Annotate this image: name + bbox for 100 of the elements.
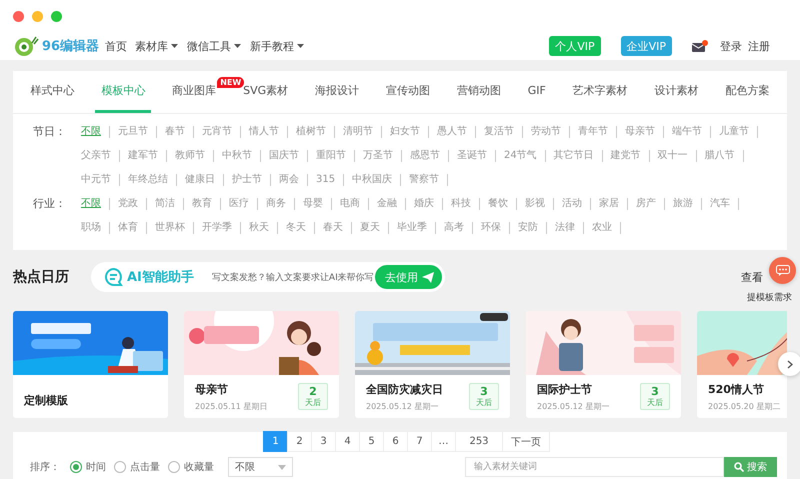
view-more-link[interactable]: 查看 <box>741 270 763 285</box>
filter-option[interactable]: 毕业季 <box>389 222 436 234</box>
page-button[interactable]: 下一页 <box>502 431 550 452</box>
page-button[interactable]: 4 <box>335 431 360 452</box>
nav-link[interactable]: 微信工具 <box>187 38 242 54</box>
filter-option[interactable]: 旅游 <box>665 198 702 210</box>
filter-option[interactable]: 环保 <box>473 222 510 234</box>
filter-option[interactable]: 商务 <box>258 198 295 210</box>
filter-option[interactable]: 腊八节 <box>696 150 744 162</box>
nav-link[interactable]: 首页 <box>105 38 128 54</box>
template-card[interactable]: 定制模版 <box>13 311 168 418</box>
tab[interactable]: 营销动图 <box>450 71 507 113</box>
filter-option[interactable]: 电商 <box>332 198 369 210</box>
page-button[interactable]: 6 <box>383 431 408 452</box>
maximize-button[interactable] <box>51 11 62 22</box>
search-button[interactable]: 搜索 <box>724 457 777 477</box>
tab[interactable]: 海报设计 <box>309 71 366 113</box>
filter-option[interactable]: 年终总结 <box>120 174 177 186</box>
filter-option[interactable]: 中秋国庆 <box>344 174 402 186</box>
page-button[interactable]: 253 <box>455 431 503 452</box>
tab[interactable]: 宣传动图 <box>380 71 436 113</box>
mail-icon[interactable] <box>692 40 708 52</box>
filter-option[interactable]: 春天 <box>315 222 352 234</box>
nav-link[interactable]: 素材库 <box>135 38 180 54</box>
filter-option[interactable]: 复活节 <box>476 126 523 138</box>
vip-button[interactable]: 企业VIP <box>620 36 672 56</box>
filter-option[interactable]: 元宵节 <box>194 126 241 138</box>
filter-option[interactable]: 两会 <box>271 174 308 186</box>
filter-option[interactable]: 开学季 <box>194 222 241 234</box>
filter-option[interactable]: 影视 <box>517 198 554 210</box>
filter-option[interactable]: 世界杯 <box>147 222 194 234</box>
filter-option[interactable]: 医疗 <box>221 198 258 210</box>
filter-option[interactable]: 家居 <box>591 198 628 210</box>
filter-dropdown[interactable]: 不限 <box>228 457 293 477</box>
tab[interactable]: 配色方案 <box>719 71 776 113</box>
page-button[interactable]: 3 <box>311 431 336 452</box>
filter-option[interactable]: 双十一 <box>650 150 697 162</box>
close-button[interactable] <box>13 11 24 22</box>
filter-option[interactable]: 婚庆 <box>406 198 443 210</box>
filter-option[interactable]: 青年节 <box>570 126 617 138</box>
filter-option[interactable]: 情人节 <box>241 126 288 138</box>
radio-option[interactable]: 收藏量 <box>168 460 214 474</box>
use-button[interactable]: 去使用 <box>375 265 442 289</box>
filter-option[interactable]: 不限 <box>73 198 110 210</box>
page-button[interactable]: 1 <box>263 431 288 452</box>
filter-option[interactable]: 体育 <box>110 222 147 234</box>
auth-link[interactable]: 注册 <box>748 38 770 54</box>
tab[interactable]: GIF <box>522 71 552 113</box>
filter-option[interactable]: 夏天 <box>352 222 389 234</box>
filter-option[interactable]: 端午节 <box>664 126 711 138</box>
page-button[interactable]: 5 <box>359 431 384 452</box>
filter-option[interactable]: 法律 <box>547 222 584 234</box>
filter-option[interactable]: 餐饮 <box>480 198 517 210</box>
filter-option[interactable]: 简洁 <box>147 198 184 210</box>
filter-option[interactable]: 教师节 <box>167 150 214 162</box>
page-button[interactable]: 7 <box>407 431 432 452</box>
filter-option[interactable]: 护士节 <box>224 174 271 186</box>
page-button[interactable]: … <box>431 431 456 452</box>
tab[interactable]: 样式中心 <box>24 71 80 113</box>
filter-option[interactable]: 警察节 <box>401 174 448 186</box>
filter-option[interactable]: 安防 <box>510 222 547 234</box>
filter-option[interactable]: 高考 <box>436 222 473 234</box>
radio-option[interactable]: 点击量 <box>114 460 160 474</box>
filter-option[interactable]: 金融 <box>369 198 406 210</box>
filter-option[interactable]: 房产 <box>628 198 665 210</box>
filter-option[interactable]: 感恩节 <box>402 150 449 162</box>
chat-button[interactable] <box>769 257 796 284</box>
filter-option[interactable]: 中秋节 <box>214 150 261 162</box>
filter-option[interactable]: 党政 <box>110 198 147 210</box>
nav-link[interactable]: 新手教程 <box>250 38 306 54</box>
search-field[interactable]: 输入素材关键词 <box>465 457 724 477</box>
tab[interactable]: 模板中心 <box>95 71 152 113</box>
filter-option[interactable]: 活动 <box>554 198 591 210</box>
filter-option[interactable]: 春节 <box>157 126 194 138</box>
page-button[interactable]: 2 <box>287 431 312 452</box>
filter-option[interactable]: 母婴 <box>295 198 332 210</box>
filter-option[interactable]: 植树节 <box>288 126 335 138</box>
filter-option[interactable]: 圣诞节 <box>449 150 496 162</box>
tab[interactable]: 艺术字素材 <box>566 71 634 113</box>
filter-option[interactable]: 重阳节 <box>308 150 355 162</box>
logo-text[interactable]: 96编辑器 <box>42 37 100 55</box>
filter-option[interactable]: 秋天 <box>241 222 278 234</box>
filter-option[interactable]: 科技 <box>443 198 480 210</box>
filter-option[interactable]: 24节气 <box>496 150 546 162</box>
filter-option[interactable]: 315 <box>308 174 344 186</box>
auth-link[interactable]: 登录 <box>720 38 742 54</box>
filter-option[interactable]: 农业 <box>584 222 621 234</box>
filter-option[interactable]: 万圣节 <box>355 150 402 162</box>
filter-option[interactable]: 国庆节 <box>261 150 308 162</box>
tab[interactable]: 设计素材 <box>648 71 705 113</box>
filter-option[interactable]: 愚人节 <box>429 126 476 138</box>
vip-button[interactable]: 个人VIP <box>549 36 601 56</box>
radio-option[interactable]: 时间 <box>70 460 106 474</box>
template-card[interactable]: 母亲节 2025.05.11 星期日 2 天后 <box>184 311 339 418</box>
filter-option[interactable]: 母亲节 <box>617 126 664 138</box>
filter-option[interactable]: 健康日 <box>177 174 224 186</box>
filter-option[interactable]: 汽车 <box>702 198 739 210</box>
filter-option[interactable]: 父亲节 <box>73 150 120 162</box>
feedback-label[interactable]: 提模板需求 <box>747 291 792 304</box>
filter-option[interactable]: 儿童节 <box>711 126 758 138</box>
